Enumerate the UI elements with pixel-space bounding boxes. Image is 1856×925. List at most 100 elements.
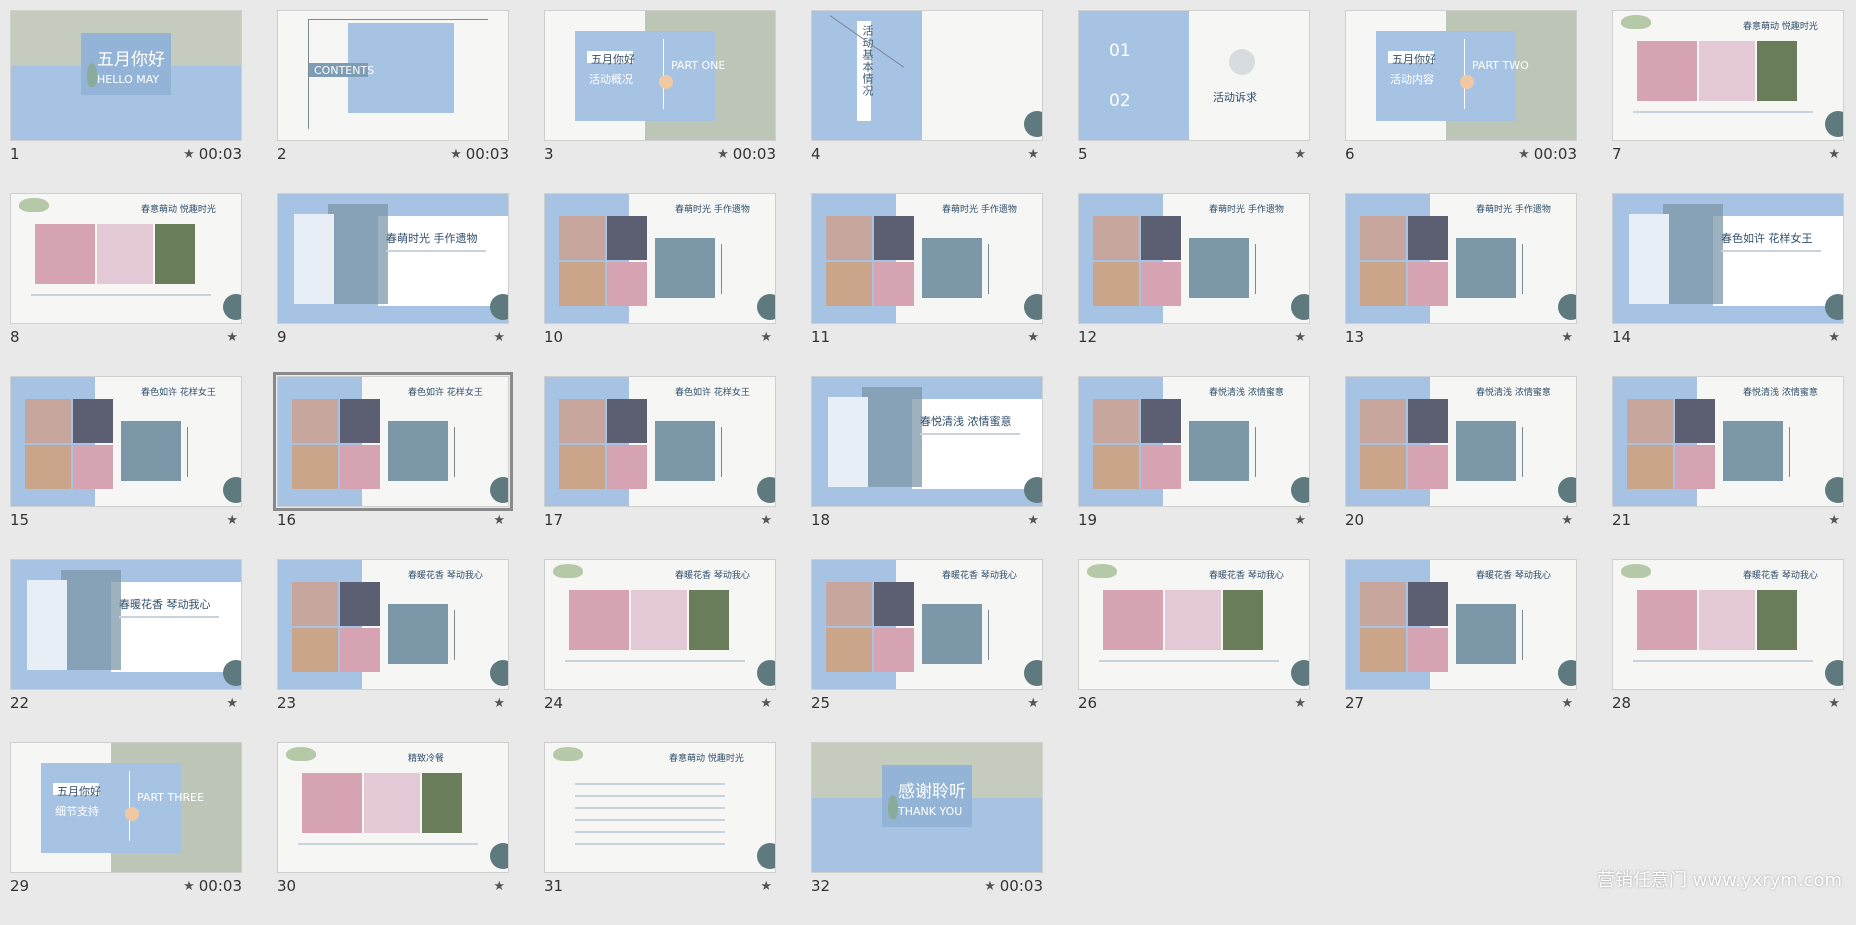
slide-cell[interactable]: CONTENTS 2 ★ 00:03 <box>277 10 509 193</box>
slide-cell[interactable]: 春色如许 花样女王 16 ★ <box>273 372 513 559</box>
slide-cell[interactable]: 春萌时光 手作遗物 9 ★ <box>277 193 509 376</box>
transition-star-icon[interactable]: ★ <box>493 330 505 345</box>
slide-cell[interactable]: 春萌时光 手作遗物 12 ★ <box>1078 193 1310 376</box>
transition-star-icon[interactable]: ★ <box>1027 513 1039 528</box>
slide-thumbnail[interactable]: 春悦清浅 浓情蜜意 <box>1345 376 1577 507</box>
transition-star-icon[interactable]: ★ <box>760 513 772 528</box>
slide-thumbnail[interactable]: 春暖花香 琴动我心 <box>277 559 509 690</box>
slide-cell[interactable]: 春悦清浅 浓情蜜意 19 ★ <box>1078 376 1310 559</box>
transition-star-icon[interactable]: ★ <box>1561 513 1573 528</box>
transition-star-icon[interactable]: ★ <box>1294 330 1306 345</box>
transition-star-icon[interactable]: ★ <box>1294 513 1306 528</box>
slide-thumbnail[interactable]: 春暖花香 琴动我心 <box>544 559 776 690</box>
slide-thumbnail[interactable]: 春意萌动 悦趣时光 <box>544 742 776 873</box>
slide-thumbnail[interactable]: 春暖花香 琴动我心 <box>1612 559 1844 690</box>
transition-star-icon[interactable]: ★ <box>760 330 772 345</box>
slide-cell[interactable]: 春意萌动 悦趣时光 31 ★ <box>544 742 776 925</box>
slide-thumbnail[interactable]: 春悦清浅 浓情蜜意 <box>1612 376 1844 507</box>
slide-thumbnail[interactable]: 春萌时光 手作遗物 <box>1345 193 1577 324</box>
slide-cell[interactable]: 春暖花香 琴动我心 22 ★ <box>10 559 242 742</box>
slide-thumbnail[interactable]: 春悦清浅 浓情蜜意 <box>811 376 1043 507</box>
transition-star-icon[interactable]: ★ <box>1294 147 1306 162</box>
slide-thumbnail[interactable]: 五月你好 活动内容 PART TWO <box>1345 10 1577 141</box>
transition-star-icon[interactable]: ★ <box>717 147 729 162</box>
transition-star-icon[interactable]: ★ <box>1294 696 1306 711</box>
slide-thumbnail[interactable]: 春色如许 花样女王 <box>544 376 776 507</box>
transition-star-icon[interactable]: ★ <box>183 147 195 162</box>
slide-cell[interactable]: 春暖花香 琴动我心 23 ★ <box>277 559 509 742</box>
slide-thumbnail[interactable]: 五月你好 HELLO MAY <box>10 10 242 141</box>
slide-cell[interactable]: 五月你好 活动内容 PART TWO 6 ★ 00:03 <box>1345 10 1577 193</box>
transition-star-icon[interactable]: ★ <box>1027 330 1039 345</box>
slide-thumbnail[interactable]: 春意萌动 悦趣时光 <box>1612 10 1844 141</box>
transition-star-icon[interactable]: ★ <box>1561 696 1573 711</box>
slide-cell[interactable]: 春萌时光 手作遗物 11 ★ <box>811 193 1043 376</box>
slide-thumbnail[interactable]: 春暖花香 琴动我心 <box>1345 559 1577 690</box>
part-tag: 五月你好 <box>1392 53 1436 66</box>
slide-heading: 春暖花香 琴动我心 <box>1743 571 1818 581</box>
slide-thumbnail[interactable]: 精致冷餐 <box>277 742 509 873</box>
slide-thumbnail[interactable]: 春暖花香 琴动我心 <box>10 559 242 690</box>
transition-star-icon[interactable]: ★ <box>1561 330 1573 345</box>
slide-cell[interactable]: 春暖花香 琴动我心 24 ★ <box>544 559 776 742</box>
slide-cell[interactable]: 春意萌动 悦趣时光 8 ★ <box>10 193 242 376</box>
slide-cell[interactable]: 春意萌动 悦趣时光 7 ★ <box>1612 10 1844 193</box>
transition-star-icon[interactable]: ★ <box>493 879 505 894</box>
slide-cell[interactable]: 春悦清浅 浓情蜜意 20 ★ <box>1345 376 1577 559</box>
slide-meta: 5 ★ <box>1078 144 1310 164</box>
transition-star-icon[interactable]: ★ <box>1027 147 1039 162</box>
transition-star-icon[interactable]: ★ <box>493 513 505 528</box>
slide-number: 27 <box>1345 694 1365 712</box>
slide-thumbnail[interactable]: 春色如许 花样女王 <box>273 372 513 511</box>
slide-thumbnail[interactable]: 春色如许 花样女王 <box>10 376 242 507</box>
transition-star-icon[interactable]: ★ <box>226 513 238 528</box>
slide-thumbnail[interactable]: 感谢聆听 THANK YOU <box>811 742 1043 873</box>
slide-thumbnail[interactable]: 01 02 活动诉求 <box>1078 10 1310 141</box>
transition-star-icon[interactable]: ★ <box>760 696 772 711</box>
slide-thumbnail[interactable]: 春萌时光 手作遗物 <box>811 193 1043 324</box>
slide-cell[interactable]: 春暖花香 琴动我心 27 ★ <box>1345 559 1577 742</box>
transition-star-icon[interactable]: ★ <box>226 696 238 711</box>
slide-thumbnail[interactable]: 春暖花香 琴动我心 <box>811 559 1043 690</box>
slide-thumbnail[interactable]: 活动基本情况 <box>811 10 1043 141</box>
slide-cell[interactable]: 01 02 活动诉求 5 ★ <box>1078 10 1310 193</box>
slide-thumbnail[interactable]: 五月你好 活动概况 PART ONE <box>544 10 776 141</box>
slide-thumbnail[interactable]: 春悦清浅 浓情蜜意 <box>1078 376 1310 507</box>
transition-star-icon[interactable]: ★ <box>1027 696 1039 711</box>
slide-cell[interactable]: 春色如许 花样女王 15 ★ <box>10 376 242 559</box>
slide-thumbnail[interactable]: 春萌时光 手作遗物 <box>1078 193 1310 324</box>
transition-star-icon[interactable]: ★ <box>1518 147 1530 162</box>
transition-star-icon[interactable]: ★ <box>183 879 195 894</box>
slide-thumbnail[interactable]: 春萌时光 手作遗物 <box>277 193 509 324</box>
slide-thumbnail[interactable]: 春萌时光 手作遗物 <box>544 193 776 324</box>
slide-cell[interactable]: 精致冷餐 30 ★ <box>277 742 509 925</box>
slide-cell[interactable]: 感谢聆听 THANK YOU 32 ★ 00:03 <box>811 742 1043 925</box>
slide-thumbnail[interactable]: 春意萌动 悦趣时光 <box>10 193 242 324</box>
transition-star-icon[interactable]: ★ <box>984 879 996 894</box>
slide-cell[interactable]: 活动基本情况 4 ★ <box>811 10 1043 193</box>
slide-cell[interactable]: 五月你好 HELLO MAY 1 ★ 00:03 <box>10 10 242 193</box>
slide-cell[interactable]: 春暖花香 琴动我心 25 ★ <box>811 559 1043 742</box>
slide-thumbnail[interactable]: 春暖花香 琴动我心 <box>1078 559 1310 690</box>
slide-thumbnail[interactable]: 五月你好 细节支持 PART THREE <box>10 742 242 873</box>
slide-thumbnail[interactable]: CONTENTS <box>277 10 509 141</box>
slide-thumbnail[interactable]: 春色如许 花样女王 <box>1612 193 1844 324</box>
transition-star-icon[interactable]: ★ <box>1828 147 1840 162</box>
slide-cell[interactable]: 春悦清浅 浓情蜜意 18 ★ <box>811 376 1043 559</box>
transition-star-icon[interactable]: ★ <box>760 879 772 894</box>
slide-cell[interactable]: 春暖花香 琴动我心 28 ★ <box>1612 559 1844 742</box>
slide-cell[interactable]: 春暖花香 琴动我心 26 ★ <box>1078 559 1310 742</box>
transition-star-icon[interactable]: ★ <box>1828 696 1840 711</box>
slide-cell[interactable]: 春悦清浅 浓情蜜意 21 ★ <box>1612 376 1844 559</box>
slide-cell[interactable]: 五月你好 细节支持 PART THREE 29 ★ 00:03 <box>10 742 242 925</box>
transition-star-icon[interactable]: ★ <box>226 330 238 345</box>
slide-cell[interactable]: 春色如许 花样女王 14 ★ <box>1612 193 1844 376</box>
transition-star-icon[interactable]: ★ <box>450 147 462 162</box>
transition-star-icon[interactable]: ★ <box>1828 513 1840 528</box>
transition-star-icon[interactable]: ★ <box>493 696 505 711</box>
slide-cell[interactable]: 五月你好 活动概况 PART ONE 3 ★ 00:03 <box>544 10 776 193</box>
transition-star-icon[interactable]: ★ <box>1828 330 1840 345</box>
slide-cell[interactable]: 春色如许 花样女王 17 ★ <box>544 376 776 559</box>
slide-cell[interactable]: 春萌时光 手作遗物 13 ★ <box>1345 193 1577 376</box>
slide-cell[interactable]: 春萌时光 手作遗物 10 ★ <box>544 193 776 376</box>
